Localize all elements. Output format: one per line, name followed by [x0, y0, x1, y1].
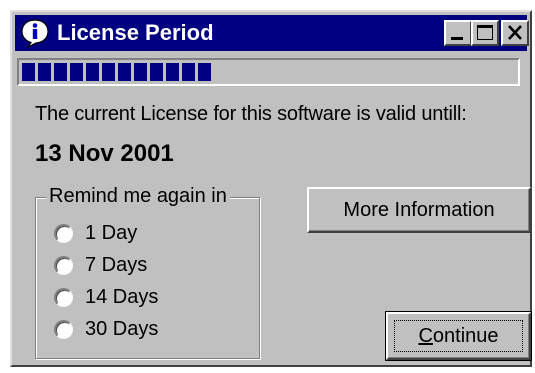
- remind-option-30-days[interactable]: 30 Days: [54, 316, 158, 342]
- progress-block: [166, 63, 179, 81]
- remind-group-legend: Remind me again in: [46, 185, 230, 208]
- progress-block: [38, 63, 51, 81]
- progress-block: [86, 63, 99, 81]
- close-icon: [508, 25, 522, 40]
- remind-option-14-days[interactable]: 14 Days: [54, 284, 158, 310]
- radio-button[interactable]: [54, 255, 73, 275]
- license-progress-bar: [17, 58, 520, 86]
- maximize-icon: [477, 25, 493, 40]
- close-button[interactable]: [501, 20, 529, 46]
- progress-fill: [22, 63, 211, 81]
- progress-block: [70, 63, 83, 81]
- progress-block: [102, 63, 115, 81]
- remind-option-7-days[interactable]: 7 Days: [54, 252, 147, 278]
- info-icon: [21, 19, 49, 48]
- minimize-icon: [451, 37, 463, 40]
- radio-button[interactable]: [54, 319, 73, 339]
- maximize-button[interactable]: [471, 20, 499, 46]
- radio-button[interactable]: [54, 223, 73, 243]
- progress-block: [150, 63, 163, 81]
- remind-option-1-day[interactable]: 1 Day: [54, 220, 137, 246]
- continue-button[interactable]: Continue: [385, 311, 532, 361]
- progress-block: [118, 63, 131, 81]
- minimize-button[interactable]: [444, 20, 472, 46]
- radio-label: 30 Days: [85, 317, 159, 340]
- license-period-dialog: License Period The current License for t…: [10, 10, 532, 367]
- more-information-button[interactable]: More Information: [307, 187, 531, 233]
- remind-group: Remind me again in 1 Day 7 Days 14 Days …: [35, 185, 260, 359]
- progress-block: [182, 63, 195, 81]
- progress-block: [198, 63, 211, 81]
- license-message: The current License for this software is…: [35, 103, 467, 125]
- window-title: License Period: [57, 20, 214, 45]
- more-information-label: More Information: [343, 198, 495, 221]
- radio-button[interactable]: [54, 287, 73, 307]
- progress-block: [54, 63, 67, 81]
- expiry-date: 13 Nov 2001: [35, 140, 174, 167]
- radio-label: 7 Days: [85, 253, 148, 276]
- progress-block: [134, 63, 147, 81]
- radio-label: 14 Days: [85, 285, 159, 308]
- progress-block: [22, 63, 35, 81]
- radio-label: 1 Day: [85, 221, 138, 244]
- continue-label: Continue: [418, 324, 499, 347]
- title-bar[interactable]: License Period: [15, 15, 529, 51]
